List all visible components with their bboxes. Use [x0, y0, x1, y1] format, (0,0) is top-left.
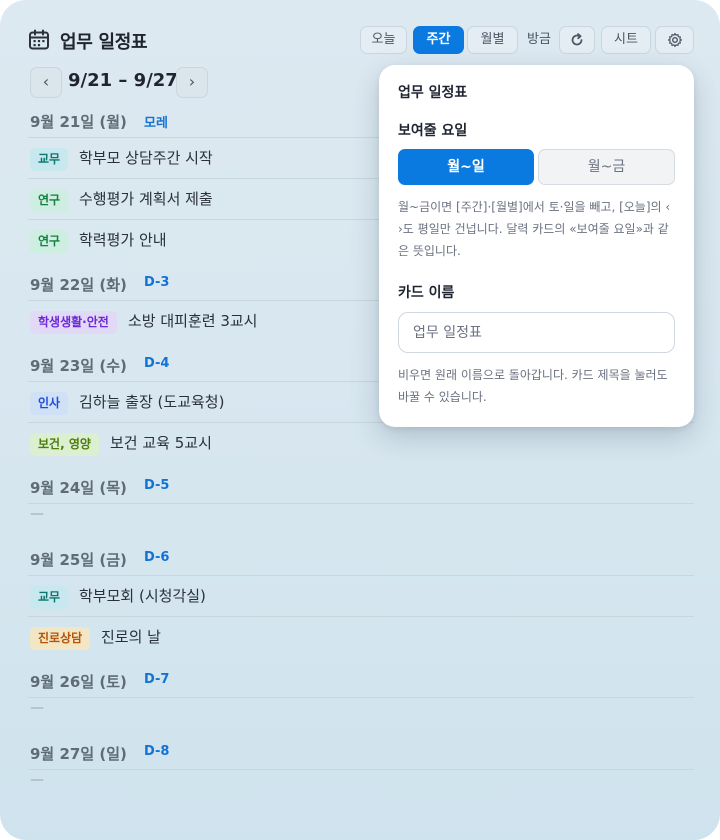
day-date: 9월 25일 (금)	[30, 551, 127, 569]
event-title: 소방 대피훈련 3교시	[128, 312, 258, 330]
event-title: 수행평가 계획서 제출	[79, 190, 213, 208]
card-name-input[interactable]	[398, 312, 675, 353]
day-header: 9월 27일 (일) D-8	[28, 739, 694, 770]
day-date: 9월 27일 (일)	[30, 745, 127, 763]
event-title: 보건 교육 5교시	[110, 434, 212, 452]
gear-icon	[667, 32, 682, 48]
event-row[interactable]: 진로상담 진로의 날	[28, 617, 694, 657]
day-countdown: 모레	[144, 116, 168, 131]
month-view-button[interactable]: 월별	[467, 26, 518, 54]
weekday-help-text: 월~금이면 [주간]·[월별]에서 토·일을 빼고, [오늘]의 ‹ ›도 평일…	[398, 200, 671, 258]
category-tag: 연구	[30, 230, 69, 253]
refresh-icon	[571, 33, 583, 46]
day-header: 9월 24일 (목) D-5	[28, 473, 694, 504]
event-title: 진로의 날	[101, 628, 161, 646]
empty-day: —	[28, 504, 694, 535]
day-date: 9월 24일 (목)	[30, 479, 127, 497]
day-header: 9월 25일 (금) D-6	[28, 545, 694, 576]
category-tag: 인사	[30, 392, 69, 415]
day-date: 9월 26일 (토)	[30, 673, 127, 691]
day-countdown: D-3	[144, 275, 170, 290]
today-button[interactable]: 오늘	[360, 26, 407, 54]
card-name-help-text: 비우면 원래 이름으로 돌아갑니다. 카드 제목을 눌러도 바꿀 수 있습니다.	[398, 368, 668, 404]
card-name-section-label: 카드 이름	[398, 285, 455, 301]
day-countdown: D-8	[144, 744, 170, 759]
settings-button[interactable]	[655, 26, 694, 54]
last-updated-label: 방금	[527, 32, 551, 47]
sheet-button[interactable]: 시트	[601, 26, 651, 54]
category-tag: 교무	[30, 586, 69, 609]
category-tag: 보건, 영양	[30, 433, 99, 456]
category-tag: 학생생활·안전	[30, 311, 117, 334]
event-title: 학부모 상담주간 시작	[79, 149, 213, 167]
day-countdown: D-6	[144, 550, 170, 565]
event-title: 김하늘 출장 (도교육청)	[79, 393, 225, 411]
day-date: 9월 21일 (월)	[30, 113, 127, 131]
weekday-section-label: 보여줄 요일	[398, 123, 468, 139]
day-header: 9월 26일 (토) D-7	[28, 667, 694, 698]
day-date: 9월 22일 (화)	[30, 276, 127, 294]
day-gap	[28, 535, 694, 545]
refresh-button[interactable]	[559, 26, 595, 54]
day-gap	[28, 657, 694, 667]
schedule-card: 업무 일정표 오늘 주간 월별 방금 시트 ‹ 9/21 – 9/27 › 9월…	[0, 0, 720, 840]
option-mon-fri[interactable]: 월~금	[538, 149, 675, 185]
settings-popup: 업무 일정표 보여줄 요일 월~일 월~금 월~금이면 [주간]·[월별]에서 …	[379, 65, 694, 427]
day-gap	[28, 729, 694, 739]
empty-dash: —	[30, 700, 44, 716]
card-header: 업무 일정표 오늘 주간 월별 방금 시트	[28, 26, 694, 56]
event-row[interactable]: 교무 학부모회 (시청각실)	[28, 576, 694, 617]
category-tag: 진로상담	[30, 627, 91, 650]
next-week-button[interactable]: ›	[176, 67, 208, 98]
empty-day: —	[28, 770, 694, 801]
empty-day: —	[28, 698, 694, 729]
prev-week-button[interactable]: ‹	[30, 67, 62, 98]
empty-dash: —	[30, 506, 44, 522]
event-row[interactable]: 보건, 영양 보건 교육 5교시	[28, 423, 694, 463]
empty-dash: —	[30, 772, 44, 788]
day-countdown: D-5	[144, 478, 170, 493]
calendar-icon	[29, 29, 49, 50]
popup-title: 업무 일정표	[398, 85, 468, 101]
option-mon-sun[interactable]: 월~일	[398, 149, 534, 185]
day-countdown: D-7	[144, 672, 170, 687]
event-title: 학력평가 안내	[79, 231, 167, 249]
week-view-button[interactable]: 주간	[413, 26, 464, 54]
day-date: 9월 23일 (수)	[30, 357, 127, 375]
card-title[interactable]: 업무 일정표	[60, 28, 148, 54]
day-countdown: D-4	[144, 356, 170, 371]
day-gap	[28, 463, 694, 473]
category-tag: 교무	[30, 148, 69, 171]
category-tag: 연구	[30, 189, 69, 212]
week-range: 9/21 – 9/27	[68, 70, 178, 91]
event-title: 학부모회 (시청각실)	[79, 587, 206, 605]
